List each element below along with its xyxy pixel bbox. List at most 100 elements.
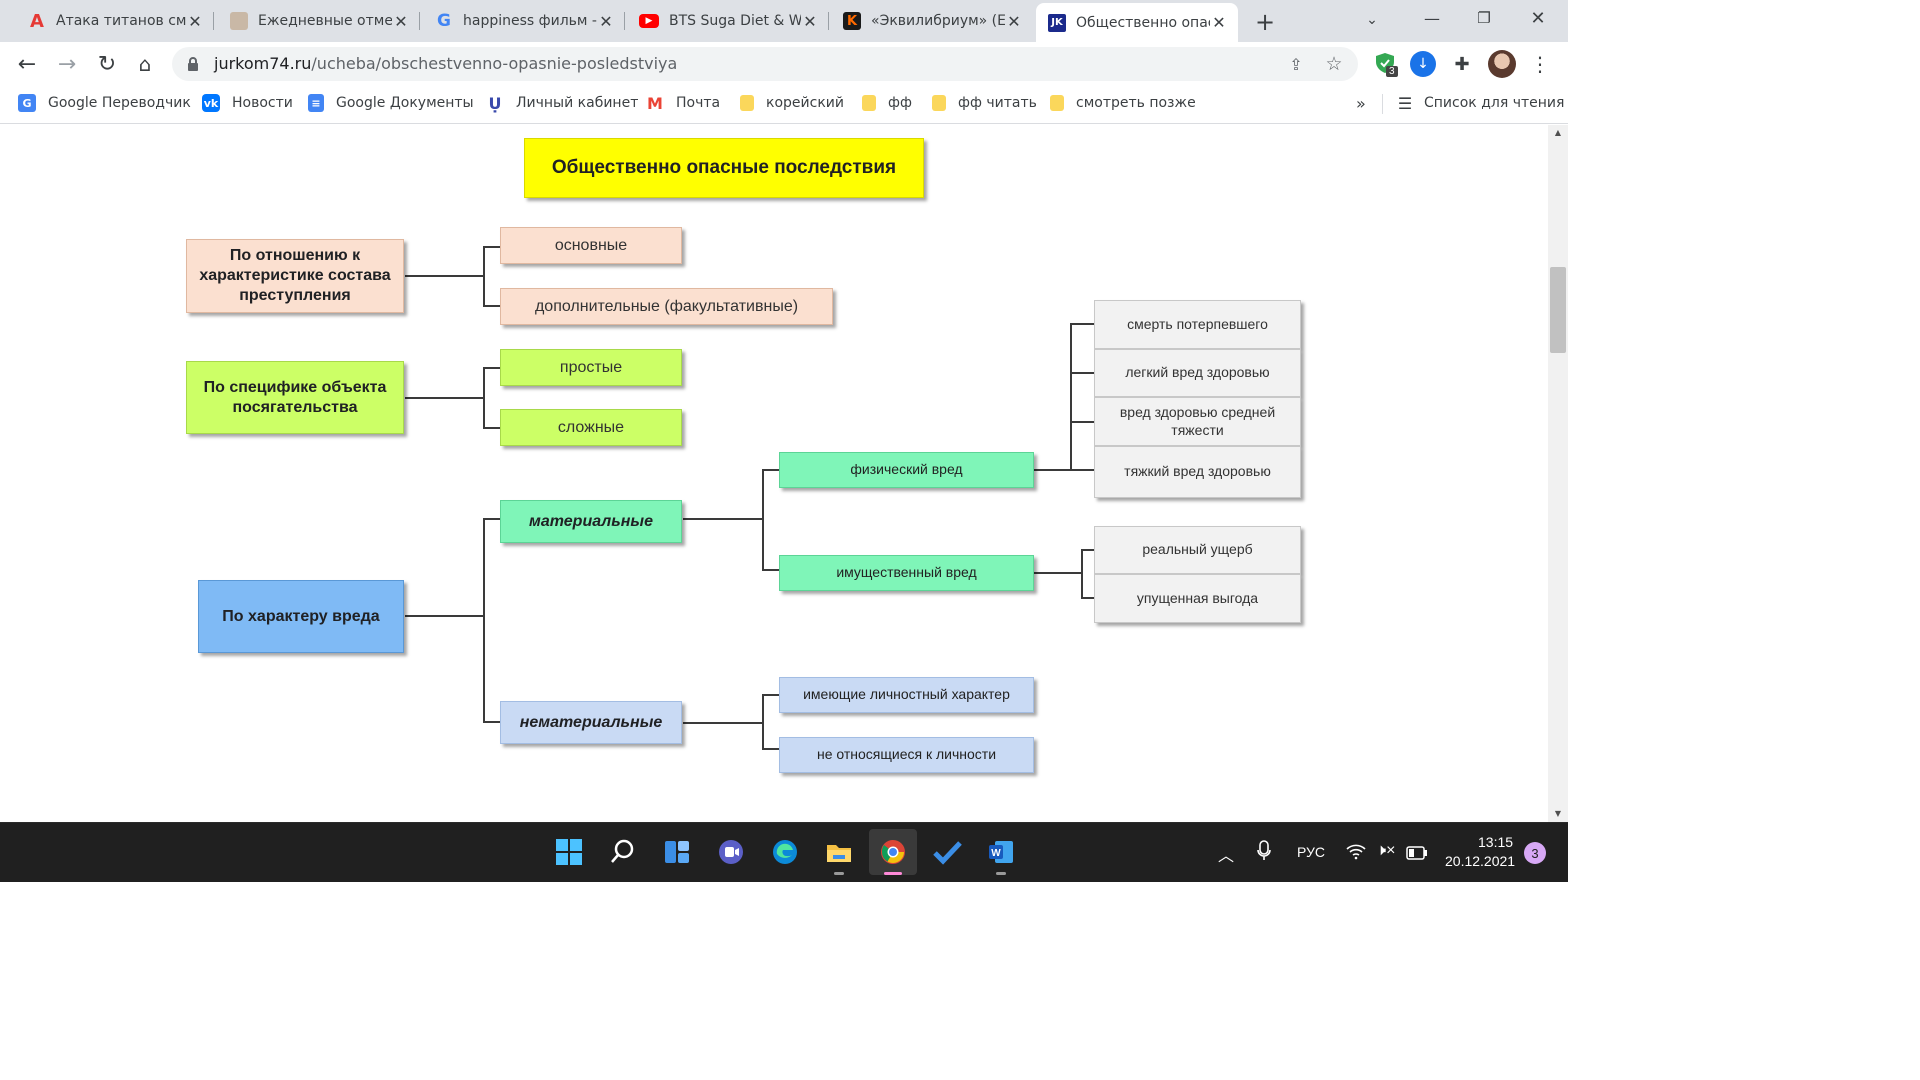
- clock-date[interactable]: 20.12.2021: [1445, 853, 1515, 869]
- tab-2[interactable]: Ежедневные отмет ✕: [218, 0, 420, 42]
- connector: [1034, 572, 1082, 574]
- connector: [483, 518, 500, 520]
- file-explorer-icon[interactable]: [821, 834, 857, 870]
- scroll-up-arrow-icon[interactable]: ▲: [1550, 125, 1566, 139]
- kinopoisk-icon: K: [843, 12, 861, 30]
- university-icon: Ụ: [488, 93, 502, 113]
- chrome-icon[interactable]: [875, 834, 911, 870]
- tab-search-icon[interactable]: ⌄: [1358, 8, 1386, 32]
- scroll-down-arrow-icon[interactable]: ▼: [1550, 806, 1566, 820]
- connector: [483, 246, 485, 307]
- tab-4[interactable]: ▶ BTS Suga Diet & W ✕: [627, 0, 829, 42]
- menu-kebab-icon[interactable]: ⋮: [1530, 52, 1550, 76]
- windows-start-icon[interactable]: [551, 834, 587, 870]
- item-physical-harm: физический вред: [779, 452, 1034, 488]
- battery-icon[interactable]: [1406, 845, 1428, 864]
- home-icon[interactable]: ⌂: [130, 50, 160, 78]
- connector: [483, 367, 500, 369]
- item-property-harm: имущественный вред: [779, 555, 1034, 591]
- extensions-puzzle-icon[interactable]: ✚: [1450, 52, 1474, 76]
- connector: [683, 518, 763, 520]
- close-tab-icon[interactable]: ✕: [186, 12, 204, 31]
- clock-time[interactable]: 13:15: [1478, 834, 1513, 850]
- folder-icon: [932, 95, 946, 111]
- connector: [762, 469, 764, 571]
- teams-icon[interactable]: [713, 834, 749, 870]
- active-app-indicator: [884, 872, 902, 875]
- word-icon[interactable]: W: [983, 834, 1019, 870]
- bookmark-personal-cabinet[interactable]: Ụ Личный кабинет: [486, 92, 639, 114]
- avatar-icon: [230, 12, 248, 30]
- connector: [405, 615, 484, 617]
- connector: [1081, 597, 1094, 599]
- connector: [483, 246, 500, 248]
- scrollbar-track[interactable]: [1548, 125, 1568, 822]
- bookmark-star-icon[interactable]: ☆: [1322, 52, 1346, 76]
- reload-icon[interactable]: ↻: [92, 50, 122, 78]
- connector: [762, 694, 779, 696]
- minimize-icon[interactable]: —: [1418, 6, 1446, 30]
- google-translate-icon: G: [18, 94, 36, 112]
- folder-icon: [862, 95, 876, 111]
- notification-badge[interactable]: 3: [1524, 842, 1546, 864]
- bookmark-google-docs[interactable]: ≡ Google Документы: [308, 92, 474, 114]
- close-window-icon[interactable]: ✕: [1524, 6, 1552, 30]
- bookmarks-overflow-button[interactable]: »: [1356, 92, 1366, 114]
- profile-avatar[interactable]: [1488, 50, 1516, 78]
- tab-3[interactable]: G happiness фильм - ✕: [423, 0, 625, 42]
- connector: [762, 694, 764, 750]
- bookmark-folder-ff[interactable]: фф: [862, 92, 912, 114]
- jurkom-icon: JK: [1048, 13, 1066, 32]
- tab-1[interactable]: A Атака титанов смо ✕: [16, 0, 214, 42]
- connector: [1070, 421, 1094, 423]
- bookmark-folder-korean[interactable]: корейский: [740, 92, 844, 114]
- item-medium-harm: вред здоровью средней тяжести: [1094, 397, 1301, 446]
- shield-extension-icon[interactable]: 3: [1374, 52, 1400, 80]
- item-nonmaterial: нематериальные: [500, 701, 682, 744]
- item-personal: имеющие личностный характер: [779, 677, 1034, 713]
- close-tab-icon[interactable]: ✕: [1005, 12, 1023, 31]
- back-icon[interactable]: ←: [12, 50, 42, 78]
- microphone-icon[interactable]: [1256, 840, 1272, 866]
- item-material: материальные: [500, 500, 682, 543]
- language-indicator[interactable]: РУС: [1297, 844, 1325, 860]
- todo-icon[interactable]: [929, 834, 965, 870]
- new-tab-button[interactable]: +: [1250, 8, 1280, 36]
- folder-icon: [740, 95, 754, 111]
- bookmark-folder-ff-read[interactable]: фф читать: [932, 92, 1037, 114]
- close-tab-icon[interactable]: ✕: [801, 12, 819, 31]
- tab-5[interactable]: K «Эквилибриум» (E ✕: [831, 0, 1033, 42]
- bookmark-news[interactable]: vk Новости: [202, 92, 293, 114]
- extension-badge: 3: [1386, 66, 1398, 77]
- share-icon[interactable]: ⇪: [1284, 52, 1308, 76]
- google-icon: G: [437, 11, 451, 31]
- connector: [405, 397, 484, 399]
- tab-separator: [828, 12, 829, 30]
- widgets-icon[interactable]: [659, 834, 695, 870]
- diagram-title: Общественно опасные последствия: [524, 138, 924, 198]
- search-icon[interactable]: [605, 834, 641, 870]
- forward-icon[interactable]: →: [52, 50, 82, 78]
- connector: [1070, 323, 1072, 471]
- tab-6-active[interactable]: JK Общественно опас ✕: [1036, 3, 1238, 42]
- scrollbar-thumb[interactable]: [1550, 267, 1566, 353]
- bookmark-mail[interactable]: M Почта: [646, 92, 720, 114]
- item-basic: основные: [500, 227, 682, 264]
- edge-icon[interactable]: [767, 834, 803, 870]
- restore-icon[interactable]: ❐: [1470, 6, 1498, 30]
- show-hidden-icons-icon[interactable]: ︿: [1218, 842, 1234, 866]
- bookmark-google-translate[interactable]: G Google Переводчик: [18, 92, 191, 114]
- wifi-icon[interactable]: [1346, 842, 1366, 864]
- item-actual-damage: реальный ущерб: [1094, 526, 1301, 574]
- folder-icon: [1050, 95, 1064, 111]
- reading-list-button[interactable]: ☰ Список для чтения: [1396, 92, 1565, 114]
- close-tab-icon[interactable]: ✕: [1210, 13, 1228, 32]
- close-tab-icon[interactable]: ✕: [392, 12, 410, 31]
- close-tab-icon[interactable]: ✕: [597, 12, 615, 31]
- bookmark-folder-watch-later[interactable]: смотреть позже: [1050, 92, 1196, 114]
- lock-icon[interactable]: [186, 56, 200, 72]
- download-icon[interactable]: ↓: [1410, 51, 1436, 77]
- volume-muted-icon[interactable]: 🕨×: [1376, 842, 1395, 860]
- url-text[interactable]: jurkom74.ru/ucheba/obschestvenno-opasnie…: [214, 54, 677, 73]
- connector: [1081, 549, 1094, 551]
